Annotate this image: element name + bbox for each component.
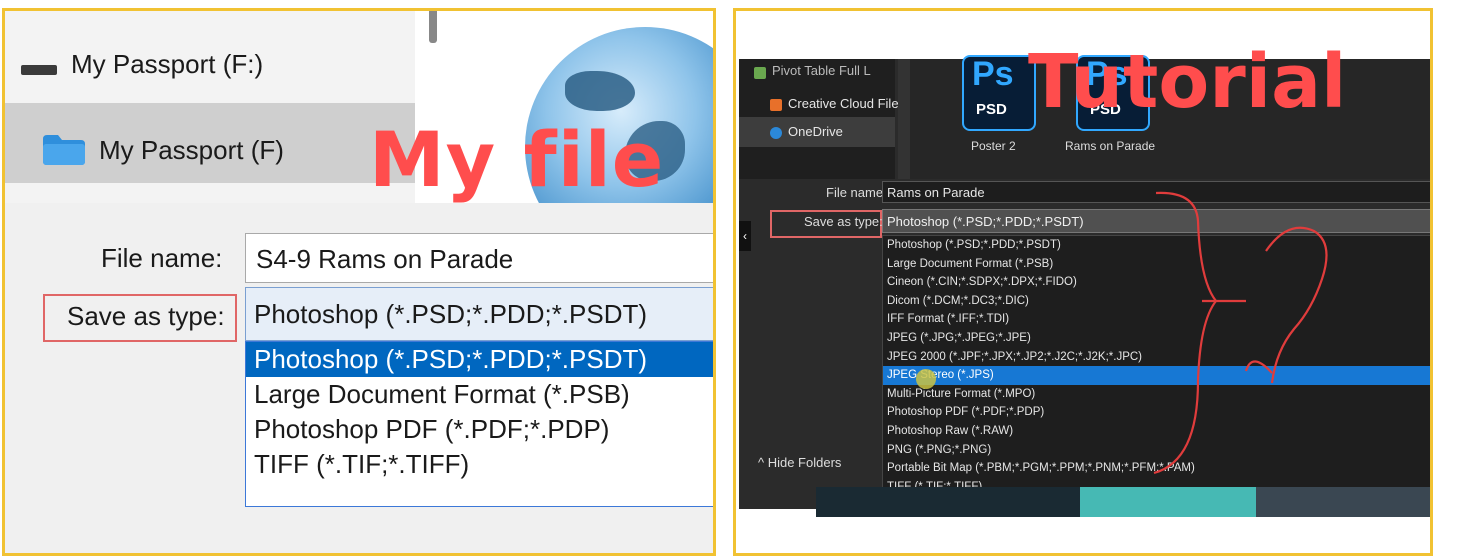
globe-land-shape	[565, 71, 635, 111]
hand-drawn-brace-annotation	[1153, 191, 1328, 475]
dropdown-option[interactable]: Photoshop (*.PSD;*.PDD;*.PSDT)	[246, 342, 713, 377]
scrollbar-thumb[interactable]	[429, 11, 437, 43]
creative-cloud-icon	[770, 99, 782, 111]
file-icon	[754, 67, 766, 79]
onedrive-icon	[770, 127, 782, 139]
nav-item[interactable]: OneDrive	[788, 124, 843, 139]
file-name-label: File name:	[826, 185, 887, 200]
scrollbar[interactable]	[898, 59, 910, 179]
dropdown-option[interactable]: TIFF (*.TIF;*.TIFF)	[246, 447, 713, 482]
nav-item-drive[interactable]: My Passport (F:)	[71, 49, 263, 80]
hide-folders-button[interactable]: ^ Hide Folders	[758, 455, 841, 470]
file-name-input[interactable]: S4-9 Rams on Parade	[245, 233, 713, 283]
file-name-label: File name:	[101, 243, 223, 273]
overlay-caption: Tutorial	[1028, 39, 1347, 125]
psd-file-icon[interactable]: Ps PSD	[962, 55, 1036, 131]
file-label[interactable]: Poster 2	[971, 139, 1016, 153]
nav-item[interactable]: Pivot Table Full L	[772, 63, 871, 78]
folder-icon	[43, 135, 85, 165]
nav-item-folder[interactable]: My Passport (F)	[99, 135, 284, 166]
overlay-caption: My file	[369, 115, 665, 204]
dropdown-option[interactable]: Large Document Format (*.PSB)	[246, 377, 713, 412]
save-as-type-label: Save as type:	[67, 301, 225, 331]
save-as-type-dropdown: Photoshop (*.PSD;*.PDD;*.PSDT) Large Docu…	[245, 341, 713, 507]
nav-item[interactable]: Creative Cloud File	[788, 96, 899, 111]
left-screenshot-panel: My Passport (F:) My Passport (F) File na…	[2, 8, 716, 556]
file-label[interactable]: Rams on Parade	[1065, 139, 1155, 153]
save-as-type-label: Save as type:	[804, 214, 883, 229]
dropdown-option[interactable]: Photoshop PDF (*.PDF;*.PDP)	[246, 412, 713, 447]
drive-icon	[21, 65, 57, 75]
chevron-left-icon[interactable]: ‹	[739, 221, 751, 251]
right-screenshot-panel: Pivot Table Full L Creative Cloud File O…	[733, 8, 1433, 556]
save-as-type-select[interactable]: Photoshop (*.PSD;*.PDD;*.PSDT)	[245, 287, 713, 341]
